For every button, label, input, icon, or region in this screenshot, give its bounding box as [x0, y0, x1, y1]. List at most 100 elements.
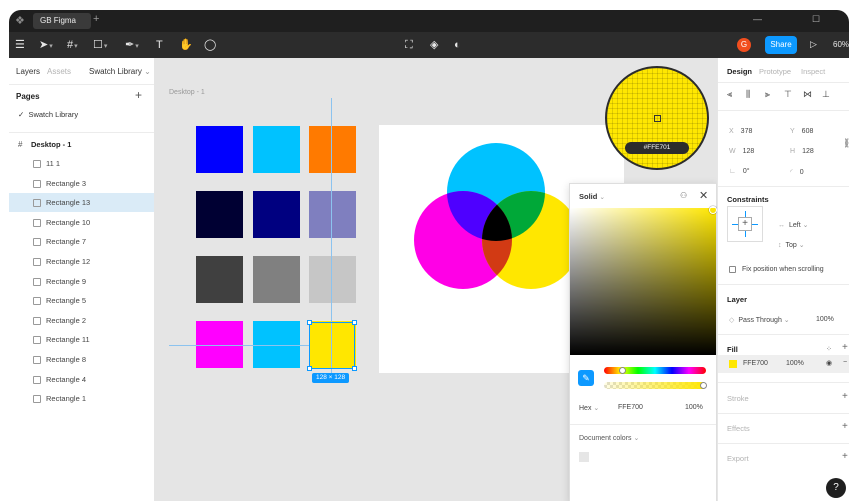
- vertical-constraint-dropdown[interactable]: ↕ Top ⌄: [778, 241, 805, 249]
- layer-item[interactable]: Rectangle 10: [9, 213, 154, 232]
- layer-item[interactable]: Rectangle 9: [9, 272, 154, 291]
- color-format-dropdown[interactable]: Hex ⌄: [579, 404, 599, 412]
- main-menu-icon[interactable]: ☰: [15, 38, 25, 52]
- color-swatch[interactable]: [309, 126, 356, 173]
- fill-opacity-input[interactable]: 100%: [786, 360, 804, 367]
- hue-slider-handle[interactable]: [619, 367, 626, 374]
- comment-tool-icon[interactable]: ◯: [204, 38, 216, 52]
- layer-item[interactable]: Rectangle 1: [9, 389, 154, 408]
- height-input[interactable]: H 128: [790, 148, 814, 155]
- layer-item[interactable]: Rectangle 7: [9, 232, 154, 251]
- share-button[interactable]: Share: [765, 36, 797, 54]
- selection-box[interactable]: [307, 320, 357, 371]
- blend-mode-dropdown[interactable]: ◇ Pass Through ⌄: [729, 316, 790, 324]
- contrast-icon[interactable]: ◐: [454, 38, 461, 52]
- layer-item[interactable]: Rectangle 3: [9, 174, 154, 193]
- text-tool-icon[interactable]: T: [156, 38, 163, 52]
- align-center-vertical-icon[interactable]: ⋈: [803, 89, 812, 100]
- align-bottom-icon[interactable]: ⊥: [822, 89, 830, 100]
- add-stroke-button[interactable]: +: [842, 391, 848, 402]
- color-swatch[interactable]: [253, 126, 300, 173]
- corner-radius-input[interactable]: ◜ 0: [790, 168, 804, 176]
- styles-icon[interactable]: ⚇: [680, 191, 687, 200]
- new-tab-button[interactable]: +: [93, 13, 99, 25]
- fix-position-checkbox[interactable]: [729, 266, 736, 273]
- layer-opacity-input[interactable]: 100%: [816, 316, 834, 323]
- color-swatch[interactable]: [196, 191, 243, 238]
- layer-item[interactable]: 11 1: [9, 154, 154, 173]
- color-swatch[interactable]: [253, 191, 300, 238]
- tab-layers[interactable]: Layers: [16, 67, 40, 76]
- fill-styles-icon[interactable]: ⁘: [826, 345, 832, 353]
- layer-item[interactable]: Rectangle 11: [9, 330, 154, 349]
- resize-handle[interactable]: [352, 366, 357, 371]
- opacity-input[interactable]: 100%: [685, 404, 703, 411]
- color-swatch[interactable]: [196, 256, 243, 303]
- x-input[interactable]: X 378: [729, 128, 752, 135]
- tab-design[interactable]: Design: [727, 67, 752, 76]
- color-swatch[interactable]: [196, 126, 243, 173]
- layer-item[interactable]: Rectangle 2: [9, 311, 154, 330]
- layer-item[interactable]: Rectangle 12: [9, 252, 154, 271]
- hex-input[interactable]: FFE700: [618, 404, 643, 411]
- minimize-button[interactable]: —: [753, 14, 762, 24]
- add-page-button[interactable]: +: [135, 88, 142, 102]
- eye-icon[interactable]: ◉: [826, 359, 832, 367]
- document-color-swatch[interactable]: [579, 452, 589, 462]
- align-center-horizontal-icon[interactable]: ⫼: [746, 89, 750, 100]
- layer-item[interactable]: Rectangle 8: [9, 350, 154, 369]
- fill-type-dropdown[interactable]: Solid ⌄: [579, 192, 605, 201]
- color-cursor[interactable]: [709, 206, 717, 214]
- figma-logo-icon[interactable]: ❖: [15, 14, 25, 27]
- fill-row[interactable]: FFE700 100% ◉ −: [718, 355, 849, 373]
- align-top-icon[interactable]: ⊤: [784, 89, 792, 100]
- component-icon[interactable]: ◈: [430, 38, 438, 52]
- close-icon[interactable]: ✕: [699, 189, 708, 202]
- help-button[interactable]: ?: [826, 478, 846, 498]
- layer-item[interactable]: Rectangle 13: [9, 193, 154, 213]
- opacity-slider[interactable]: [604, 382, 706, 389]
- add-export-button[interactable]: +: [842, 451, 848, 462]
- fill-color-swatch[interactable]: [729, 360, 737, 368]
- resize-handle[interactable]: [307, 320, 312, 325]
- maximize-button[interactable]: ☐: [812, 14, 820, 25]
- layer-frame-desktop[interactable]: # Desktop - 1: [9, 135, 154, 154]
- page-item-swatch-library[interactable]: ✓ Swatch Library: [18, 110, 78, 119]
- remove-fill-icon[interactable]: −: [843, 359, 847, 366]
- file-tab[interactable]: GB Figma: [33, 13, 91, 29]
- color-swatch[interactable]: [309, 256, 356, 303]
- y-input[interactable]: Y 608: [790, 128, 813, 135]
- resize-handle[interactable]: [307, 366, 312, 371]
- fill-hex-input[interactable]: FFE700: [743, 360, 768, 367]
- color-swatch[interactable]: [253, 256, 300, 303]
- horizontal-constraint-dropdown[interactable]: ↔ Left ⌄: [778, 221, 809, 229]
- resize-handle[interactable]: [352, 320, 357, 325]
- pen-tool-icon[interactable]: ✒▾: [125, 38, 139, 54]
- present-play-icon[interactable]: ▷: [810, 39, 817, 50]
- canvas[interactable]: Desktop - 1 128 × 128 #FFE701 Solid ⌄ ⚇ …: [154, 58, 717, 501]
- opacity-slider-handle[interactable]: [700, 382, 707, 389]
- align-right-icon[interactable]: ⫸: [765, 89, 770, 100]
- rotation-input[interactable]: ∟ 0°: [729, 168, 750, 175]
- saturation-brightness-area[interactable]: [570, 208, 716, 355]
- avatar[interactable]: G: [737, 38, 751, 52]
- layer-item[interactable]: Rectangle 4: [9, 370, 154, 389]
- tab-inspect[interactable]: Inspect: [801, 67, 825, 76]
- document-colors-dropdown[interactable]: Document colors ⌄: [579, 434, 639, 442]
- shape-tool-icon[interactable]: ☐▾: [93, 38, 107, 54]
- constrain-proportions-icon[interactable]: ⛓: [843, 138, 849, 149]
- add-effect-button[interactable]: +: [842, 421, 848, 432]
- layer-item[interactable]: Rectangle 5: [9, 291, 154, 310]
- constraints-widget[interactable]: +: [727, 206, 763, 242]
- color-swatch[interactable]: [309, 191, 356, 238]
- tab-assets[interactable]: Assets: [47, 67, 71, 76]
- tab-swatch-library[interactable]: Swatch Library ⌄: [89, 67, 151, 76]
- zoom-level[interactable]: 60%: [833, 40, 849, 49]
- move-tool-icon[interactable]: ➤▾: [39, 38, 53, 54]
- width-input[interactable]: W 128: [729, 148, 754, 155]
- tab-prototype[interactable]: Prototype: [759, 67, 791, 76]
- align-left-icon[interactable]: ⫷: [727, 89, 732, 100]
- crop-icon[interactable]: ⛶: [405, 38, 413, 52]
- hand-tool-icon[interactable]: ✋: [179, 38, 193, 52]
- eyedropper-icon[interactable]: ✎: [578, 370, 594, 386]
